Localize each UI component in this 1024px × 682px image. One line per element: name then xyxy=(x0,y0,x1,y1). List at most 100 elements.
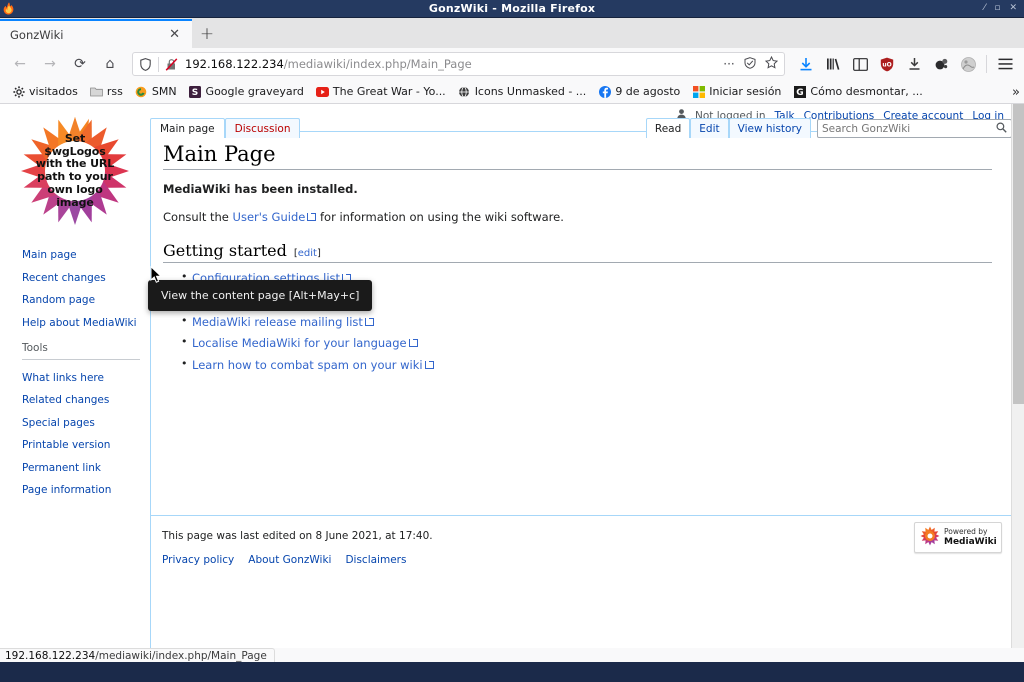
page-title: Main Page xyxy=(163,142,992,170)
account-avatar-icon[interactable] xyxy=(955,51,981,77)
footer-link-about-gonzwiki[interactable]: About GonzWiki xyxy=(248,554,331,566)
sidebar-item-permanent-link[interactable]: Permanent link xyxy=(22,462,101,474)
sidebar-icon[interactable] xyxy=(847,51,873,77)
powered-by-mediawiki-badge[interactable]: Powered by MediaWiki xyxy=(914,522,1002,553)
sidebar-item-related-changes[interactable]: Related changes xyxy=(22,394,109,406)
sidebar-item-special-pages[interactable]: Special pages xyxy=(22,417,95,429)
bookmark-label: Cómo desmontar, ... xyxy=(810,85,923,98)
consult-prefix: Consult the xyxy=(163,209,233,224)
ublock-origin-icon[interactable]: uO xyxy=(874,51,900,77)
page-actions-icon[interactable]: ··· xyxy=(720,57,738,71)
svg-text:uO: uO xyxy=(882,61,891,68)
bookmarks-overflow-chevron-icon[interactable]: » xyxy=(1006,80,1020,103)
users-guide-link[interactable]: User's Guide xyxy=(233,210,317,224)
microsoft-icon xyxy=(692,85,705,98)
tab-label: Discussion xyxy=(234,122,291,135)
forward-button[interactable]: → xyxy=(36,51,64,77)
link-mediawiki-release-mailing-list[interactable]: MediaWiki release mailing list xyxy=(192,315,374,329)
list-item: Main page xyxy=(22,243,150,262)
bookmark-item-the-great-war[interactable]: The Great War - Yo... xyxy=(310,83,452,100)
vertical-scrollbar[interactable] xyxy=(1011,104,1024,662)
list-item: Printable version xyxy=(22,433,150,452)
bookmarks-toolbar: visitados rss SMN S Google graveyard The… xyxy=(0,80,1024,104)
sidebar-item-what-links-here[interactable]: What links here xyxy=(22,372,104,384)
sidebar-item-recent-changes[interactable]: Recent changes xyxy=(22,272,106,284)
library-icon[interactable] xyxy=(820,51,846,77)
list-item: Recent changes xyxy=(22,266,150,285)
youtube-icon xyxy=(315,85,329,98)
wiki-search-box[interactable] xyxy=(817,119,1012,138)
navigation-toolbar: ← → ⟳ ⌂ 192.168.122.234/mediawiki/index.… xyxy=(0,48,1024,80)
sidebar-divider xyxy=(22,358,140,360)
download-helper-icon[interactable] xyxy=(901,51,927,77)
browser-toolbar-icons: uO xyxy=(793,51,1018,77)
consult-paragraph: Consult the User's Guide for information… xyxy=(163,209,992,227)
reader-view-icon[interactable] xyxy=(741,56,759,72)
tracking-protection-shield-icon[interactable] xyxy=(137,57,153,71)
sidebar-item-random-page[interactable]: Random page xyxy=(22,294,95,306)
window-title: GonzWiki - Mozilla Firefox xyxy=(428,2,596,15)
sidebar-item-page-information[interactable]: Page information xyxy=(22,484,111,496)
back-button[interactable]: ← xyxy=(6,51,34,77)
bookmark-label: The Great War - Yo... xyxy=(332,85,446,98)
tab-read[interactable]: Read xyxy=(645,118,691,138)
address-bar[interactable]: 192.168.122.234/mediawiki/index.php/Main… xyxy=(132,52,785,76)
sidebar-navigation-list: Main page Recent changes Random page Hel… xyxy=(22,243,150,330)
mediawiki-sunflower-icon xyxy=(920,526,940,550)
section-heading-row: Getting started [edit] xyxy=(163,241,992,263)
bookmark-item-visitados[interactable]: visitados xyxy=(6,83,84,100)
tooltip: View the content page [Alt+May+c] xyxy=(148,280,373,311)
insecure-connection-icon[interactable] xyxy=(164,57,179,71)
edit-link[interactable]: edit xyxy=(298,248,317,259)
view-tabs: Read Edit View history xyxy=(645,118,1014,138)
wiki-body: Main Page MediaWiki has been installed. … xyxy=(151,132,1014,373)
link-localise-mediawiki[interactable]: Localise MediaWiki for your language xyxy=(192,336,418,350)
wiki-logo[interactable]: Set $wgLogos with the URL path to your o… xyxy=(0,104,150,234)
tab-view-history[interactable]: View history xyxy=(728,118,811,138)
search-icon[interactable] xyxy=(996,122,1007,136)
bookmark-star-icon[interactable] xyxy=(762,55,780,72)
close-button[interactable]: ✕ xyxy=(1009,4,1017,13)
status-path: /mediawiki/index.php/Main_Page xyxy=(95,650,267,662)
tab-main-page[interactable]: Main page xyxy=(150,118,225,138)
downloads-icon[interactable] xyxy=(793,51,819,77)
section-heading: Getting started xyxy=(163,240,287,260)
scrollbar-thumb[interactable] xyxy=(1013,104,1024,404)
bookmark-item-google-graveyard[interactable]: S Google graveyard xyxy=(183,83,310,100)
minimize-button[interactable]: ⁄ xyxy=(984,4,986,13)
list-item: Localise MediaWiki for your language xyxy=(181,335,992,351)
bookmark-item-como-desmontar[interactable]: G Cómo desmontar, ... xyxy=(787,83,928,100)
window-titlebar: GonzWiki - Mozilla Firefox ⁄ ▫ ✕ xyxy=(0,0,1024,18)
extension-icon[interactable] xyxy=(928,51,954,77)
footer-link-disclaimers[interactable]: Disclaimers xyxy=(345,554,406,566)
new-tab-button[interactable]: + xyxy=(192,19,222,48)
window-controls: ⁄ ▫ ✕ xyxy=(984,4,1024,13)
sidebar-item-printable-version[interactable]: Printable version xyxy=(22,439,110,451)
search-input[interactable] xyxy=(822,122,996,135)
page-viewport: Not logged in Talk Contributions Create … xyxy=(0,104,1024,662)
bookmark-item-icons-unmasked[interactable]: Icons Unmasked - ... xyxy=(452,83,593,100)
sidebar-item-help-about-mediawiki[interactable]: Help about MediaWiki xyxy=(22,317,137,329)
sidebar-tools-portal: Tools What links here Related changes Sp… xyxy=(22,342,150,498)
bookmark-item-iniciar-sesion[interactable]: Iniciar sesión xyxy=(686,83,787,100)
close-icon[interactable]: ✕ xyxy=(165,28,184,41)
smn-icon xyxy=(135,85,148,98)
maximize-button[interactable]: ▫ xyxy=(994,4,1000,13)
tab-discussion[interactable]: Discussion xyxy=(224,118,301,138)
tab-label: Edit xyxy=(699,122,720,135)
sidebar-item-main-page[interactable]: Main page xyxy=(22,249,77,261)
powered-by-text: Powered by MediaWiki xyxy=(944,527,997,548)
home-button[interactable]: ⌂ xyxy=(96,51,124,77)
sidebar-tools-list: What links here Related changes Special … xyxy=(22,366,150,498)
reload-button[interactable]: ⟳ xyxy=(66,51,94,77)
g-icon: G xyxy=(793,85,806,98)
tab-edit[interactable]: Edit xyxy=(690,118,729,138)
logo-line-6: image xyxy=(56,195,94,209)
bookmark-item-9-de-agosto[interactable]: 9 de agosto xyxy=(592,83,686,100)
app-menu-icon[interactable] xyxy=(992,51,1018,77)
footer-link-privacy-policy[interactable]: Privacy policy xyxy=(162,554,234,566)
bookmark-item-smn[interactable]: SMN xyxy=(129,83,183,100)
browser-tab-gonzwiki[interactable]: GonzWiki ✕ xyxy=(0,19,192,48)
bookmark-item-rss[interactable]: rss xyxy=(84,83,129,100)
link-combat-spam[interactable]: Learn how to combat spam on your wiki xyxy=(192,358,434,372)
